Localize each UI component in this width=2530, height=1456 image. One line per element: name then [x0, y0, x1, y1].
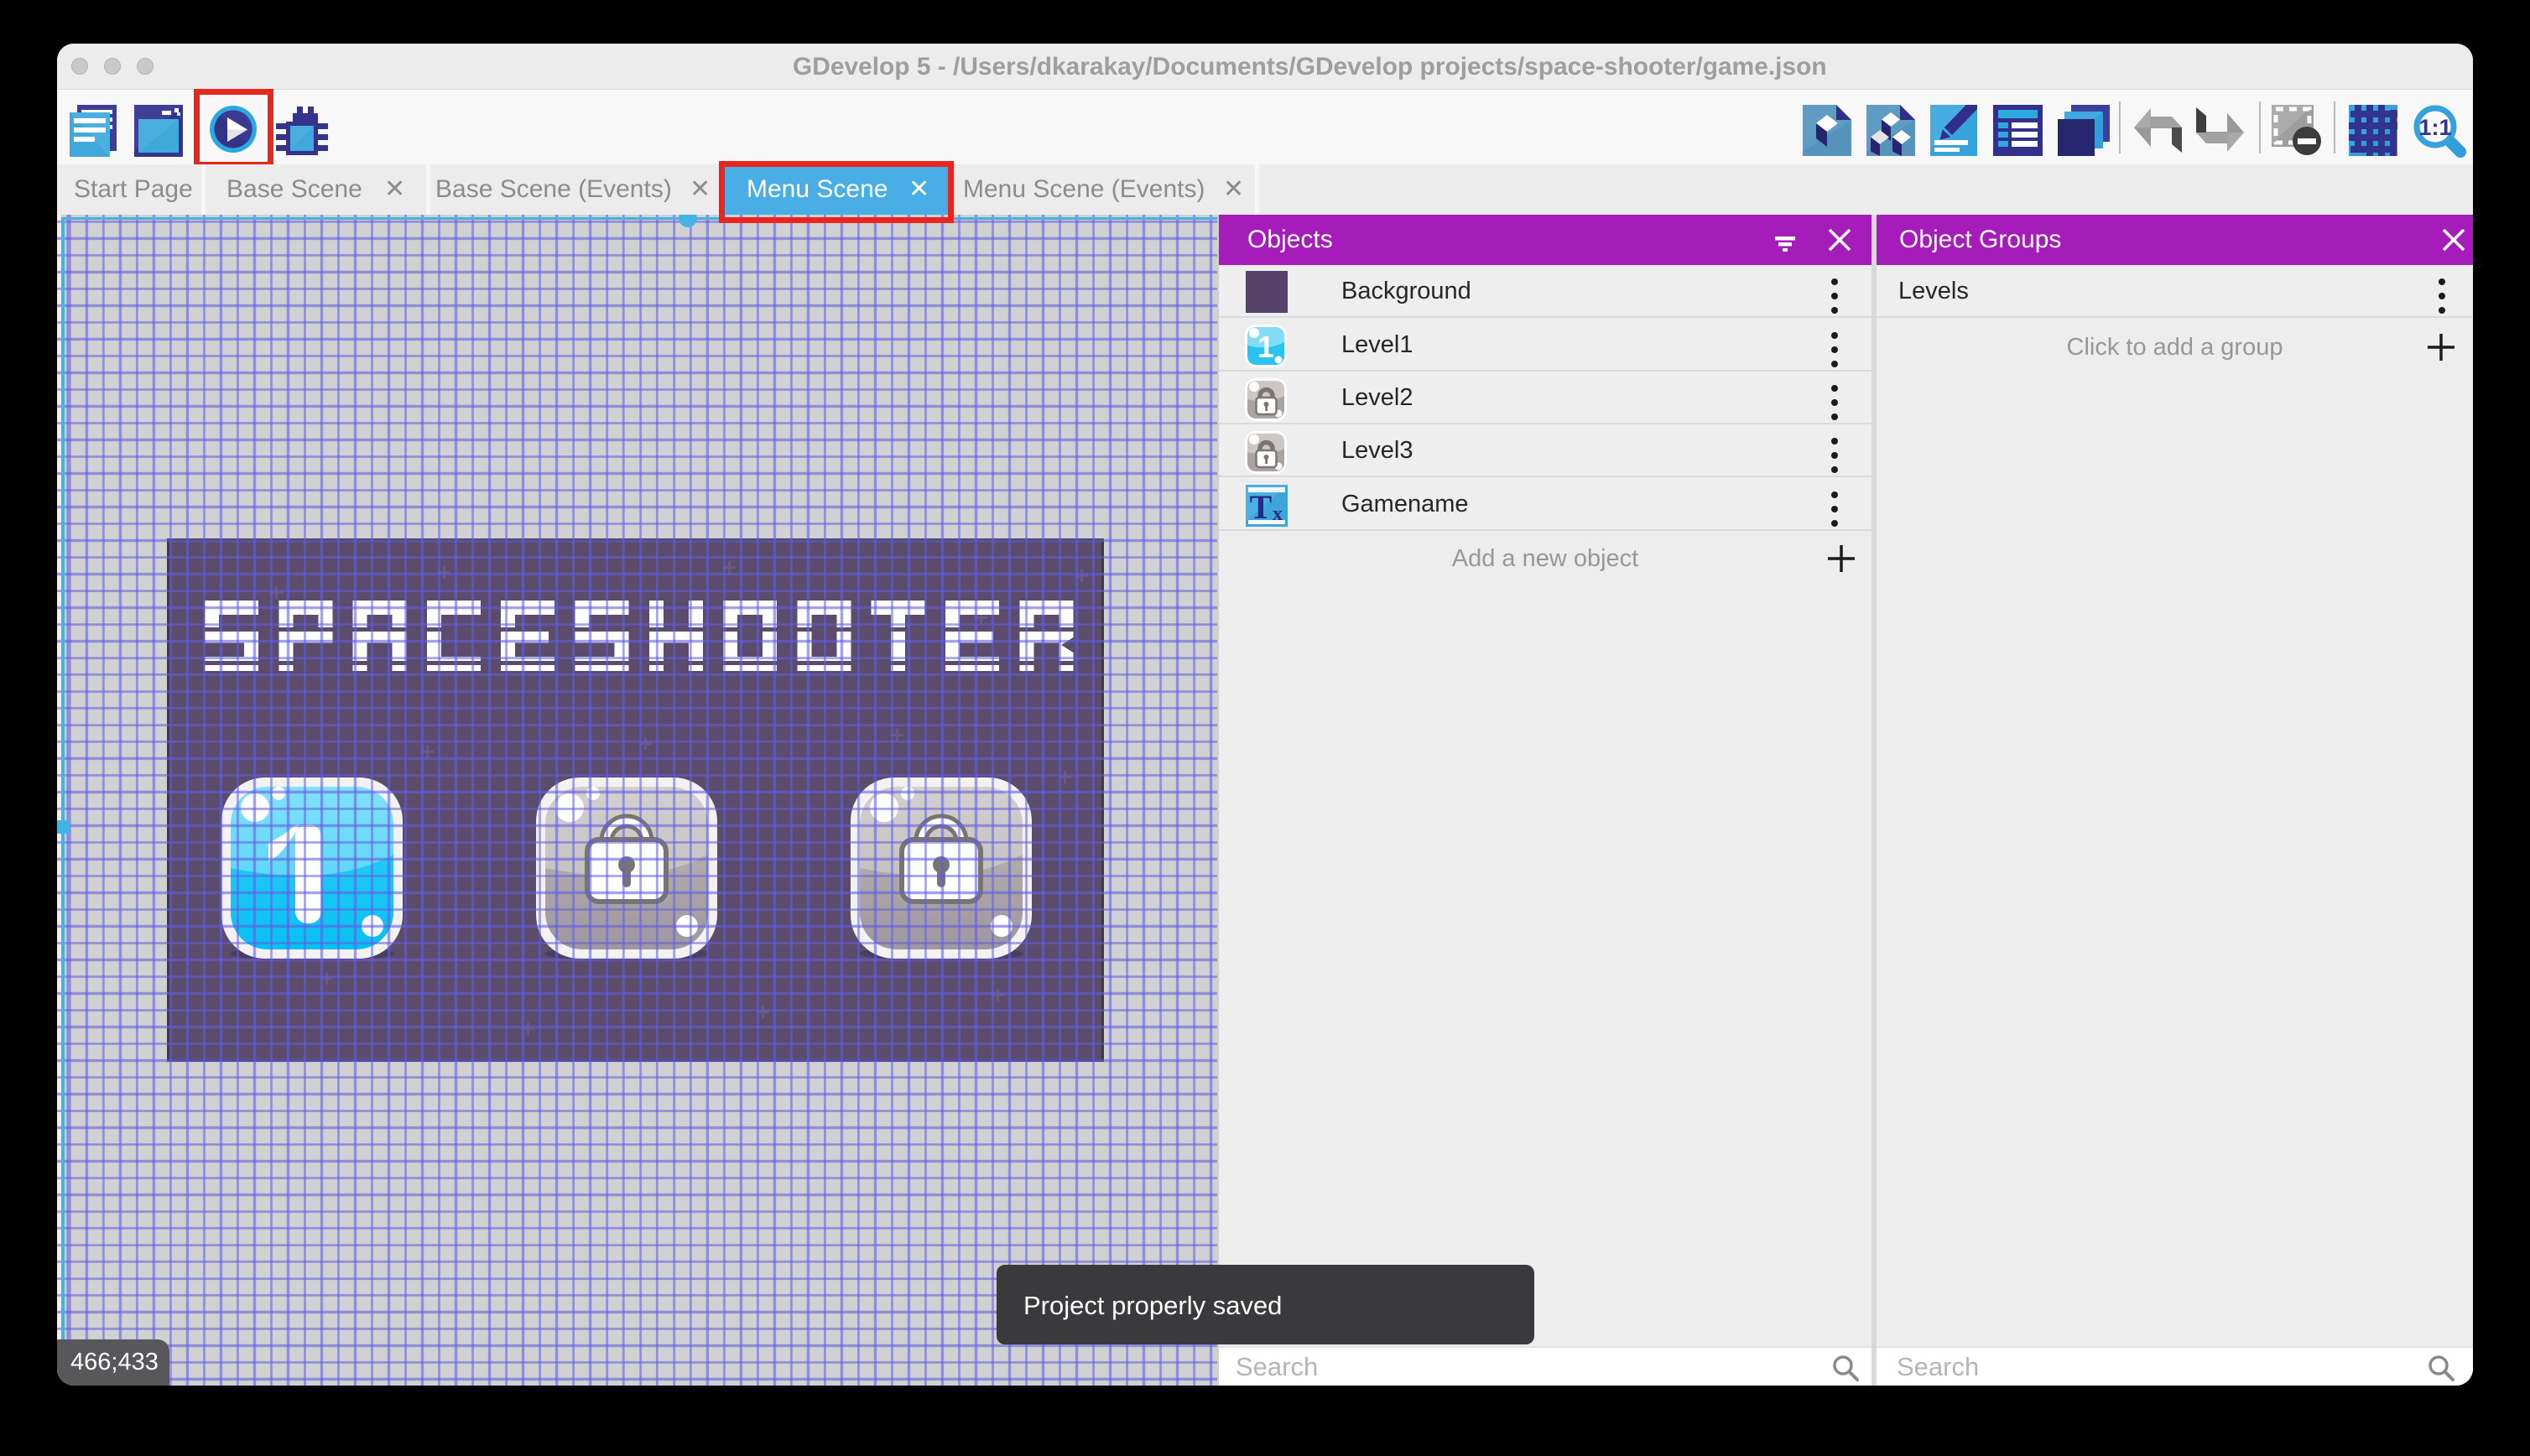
svg-text:1: 1	[1257, 330, 1274, 364]
svg-text:T: T	[1250, 488, 1273, 526]
svg-text:1:1: 1:1	[2418, 115, 2451, 140]
svg-text:x: x	[1273, 503, 1283, 525]
